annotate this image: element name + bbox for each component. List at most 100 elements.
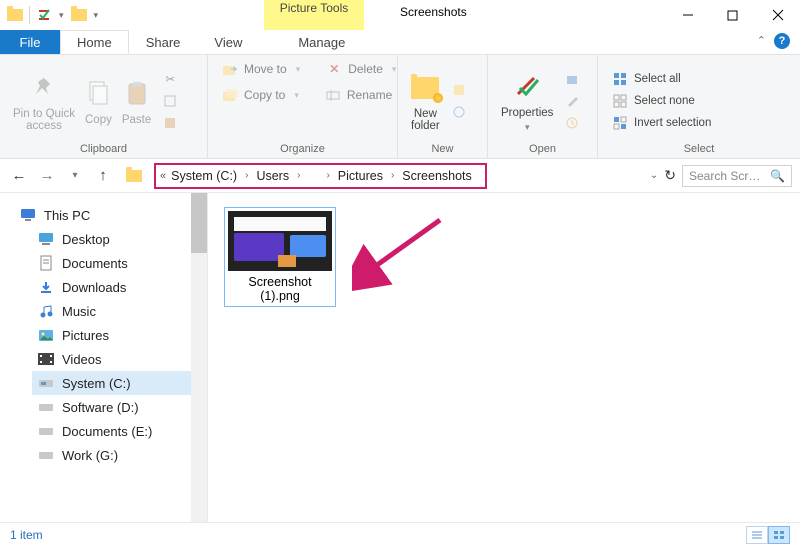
tree-system-c[interactable]: System (C:) xyxy=(32,371,200,395)
minimize-button[interactable] xyxy=(665,0,710,30)
close-button[interactable] xyxy=(755,0,800,30)
chevron-right-icon[interactable]: › xyxy=(292,170,305,181)
select-all-button[interactable]: Select all xyxy=(608,69,715,89)
maximize-button[interactable] xyxy=(710,0,755,30)
view-large-icons-button[interactable] xyxy=(768,526,790,544)
music-icon xyxy=(38,303,54,319)
file-item-screenshot-1[interactable]: Screenshot (1).png xyxy=(224,207,336,307)
qat-dropdown-icon[interactable]: ▾ xyxy=(55,10,68,21)
search-placeholder: Search Scr… xyxy=(689,169,760,183)
title-bar: ▾ ▾ Picture Tools Screenshots xyxy=(0,0,800,30)
copy-path-button[interactable] xyxy=(158,91,182,111)
window-title: Screenshots xyxy=(400,5,467,19)
group-label-clipboard: Clipboard xyxy=(10,143,197,158)
breadcrumb-system[interactable]: System (C:) xyxy=(168,169,240,183)
files-pane[interactable]: Screenshot (1).png xyxy=(208,193,800,522)
history-icon xyxy=(564,115,580,131)
invert-selection-button[interactable]: Invert selection xyxy=(608,113,715,133)
rename-button[interactable]: Rename xyxy=(321,85,396,105)
desktop-icon xyxy=(38,231,54,247)
breadcrumb-pictures[interactable]: Pictures xyxy=(335,169,386,183)
tree-work-g[interactable]: Work (G:) xyxy=(32,443,200,467)
file-name: Screenshot (1).png xyxy=(228,275,332,303)
new-item-button[interactable] xyxy=(447,80,471,100)
chevron-right-icon[interactable]: › xyxy=(321,170,334,181)
group-organize: Move to▾ ✕Delete▾ Copy to▾ Rename Organi… xyxy=(208,55,398,158)
refresh-button[interactable]: ↻ xyxy=(664,167,676,184)
address-folder-icon[interactable] xyxy=(126,170,142,182)
tab-view[interactable]: View xyxy=(197,30,259,54)
paste-button[interactable]: Paste xyxy=(119,75,154,128)
collapse-ribbon-icon[interactable]: ⌃ xyxy=(757,34,766,47)
tree-downloads[interactable]: Downloads xyxy=(32,275,200,299)
search-box[interactable]: Search Scr… 🔍 xyxy=(682,165,792,187)
history-button[interactable] xyxy=(560,113,584,133)
delete-button[interactable]: ✕Delete▾ xyxy=(322,59,400,79)
chevron-right-icon[interactable]: › xyxy=(240,170,253,181)
new-folder-icon xyxy=(411,71,439,105)
forward-button[interactable]: → xyxy=(36,165,58,187)
qat-customize-icon[interactable]: ▾ xyxy=(90,10,103,21)
invert-selection-icon xyxy=(612,115,628,131)
tree-music[interactable]: Music xyxy=(32,299,200,323)
new-folder-button[interactable]: New folder xyxy=(408,69,443,134)
qat-folder-icon[interactable] xyxy=(4,4,26,26)
up-button[interactable]: ↑ xyxy=(92,165,114,187)
help-icon[interactable]: ? xyxy=(774,33,790,49)
address-bar: ← → ▾ ↑ « System (C:) › Users › › Pictur… xyxy=(0,159,800,193)
tab-home[interactable]: Home xyxy=(60,30,129,54)
group-label-new: New xyxy=(408,143,477,158)
cut-button[interactable]: ✂ xyxy=(158,69,182,89)
pin-icon xyxy=(30,71,58,105)
new-item-icon xyxy=(451,82,467,98)
copy-to-icon xyxy=(222,87,238,103)
file-thumbnail xyxy=(228,211,332,271)
edit-button[interactable] xyxy=(560,91,584,111)
tree-videos[interactable]: Videos xyxy=(32,347,200,371)
breadcrumb-users[interactable]: Users xyxy=(253,169,292,183)
tree-this-pc[interactable]: This PC xyxy=(14,203,207,227)
copy-button[interactable]: Copy xyxy=(82,75,115,128)
tree-pictures[interactable]: Pictures xyxy=(32,323,200,347)
rename-icon xyxy=(325,87,341,103)
tree-documents[interactable]: Documents xyxy=(32,251,200,275)
tab-share[interactable]: Share xyxy=(129,30,198,54)
group-label-organize: Organize xyxy=(218,143,387,158)
tree-documents-e[interactable]: Documents (E:) xyxy=(32,419,200,443)
search-icon: 🔍 xyxy=(770,169,785,183)
address-dropdown-icon[interactable]: ⌄ xyxy=(650,170,658,181)
select-none-button[interactable]: Select none xyxy=(608,91,715,111)
move-to-button[interactable]: Move to▾ xyxy=(218,59,304,79)
breadcrumb[interactable]: « System (C:) › Users › › Pictures › Scr… xyxy=(154,163,487,189)
nav-scrollbar-thumb[interactable] xyxy=(191,193,207,253)
group-clipboard: Pin to Quick access Copy Paste ✂ Clipboa… xyxy=(0,55,208,158)
this-pc-icon xyxy=(20,207,36,223)
view-details-button[interactable] xyxy=(746,526,768,544)
copy-to-button[interactable]: Copy to▾ xyxy=(218,85,303,105)
properties-button[interactable]: Properties▾ xyxy=(498,68,556,135)
tab-file[interactable]: File xyxy=(0,30,60,54)
breadcrumb-overflow-icon[interactable]: « xyxy=(160,170,166,182)
chevron-right-icon[interactable]: › xyxy=(386,170,399,181)
qat-properties-icon[interactable] xyxy=(33,4,55,26)
delete-icon: ✕ xyxy=(326,61,342,77)
navigation-pane[interactable]: This PC Desktop Documents Downloads Musi… xyxy=(0,193,208,522)
ribbon-tabs: File Home Share View Manage ⌃ ? xyxy=(0,30,800,55)
breadcrumb-screenshots[interactable]: Screenshots xyxy=(399,169,474,183)
history-dropdown[interactable]: ▾ xyxy=(64,165,86,187)
paste-shortcut-button[interactable] xyxy=(158,113,182,133)
qat-newfolder-icon[interactable] xyxy=(68,4,90,26)
back-button[interactable]: ← xyxy=(8,165,30,187)
select-all-icon xyxy=(612,71,628,87)
window-controls xyxy=(665,0,800,30)
easy-access-button[interactable] xyxy=(447,102,471,122)
tab-manage[interactable]: Manage xyxy=(281,30,362,54)
open-button[interactable] xyxy=(560,69,584,89)
drive-icon xyxy=(38,423,54,439)
paste-icon xyxy=(125,77,149,111)
tree-desktop[interactable]: Desktop xyxy=(32,227,200,251)
move-to-icon xyxy=(222,61,238,77)
tree-software-d[interactable]: Software (D:) xyxy=(32,395,200,419)
pin-to-quick-access-button[interactable]: Pin to Quick access xyxy=(10,69,78,134)
pictures-icon xyxy=(38,327,54,343)
